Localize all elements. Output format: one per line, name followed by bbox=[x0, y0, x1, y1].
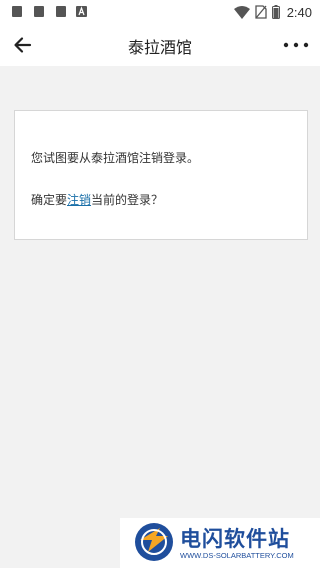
confirm-prefix: 确定要 bbox=[31, 193, 68, 207]
status-time: 2:40 bbox=[286, 4, 312, 20]
notification-icon bbox=[56, 6, 66, 17]
page-title: 泰拉酒馆 bbox=[127, 38, 192, 57]
watermark-logo-icon bbox=[134, 522, 174, 562]
app-bar: 泰拉酒馆 bbox=[0, 24, 320, 66]
battery-icon bbox=[271, 5, 280, 19]
watermark-name: 电闪软件站 bbox=[180, 527, 290, 551]
notification-icon bbox=[34, 6, 44, 17]
more-horizontal-icon bbox=[283, 42, 309, 48]
watermark-url: WWW.DS-SOLARBATTERY.COM bbox=[180, 551, 294, 560]
more-options-button[interactable] bbox=[280, 32, 312, 58]
logout-link[interactable]: 注销 bbox=[67, 193, 91, 207]
watermark: 电闪软件站 WWW.DS-SOLARBATTERY.COM bbox=[120, 518, 320, 568]
status-bar: 2:40 bbox=[0, 0, 320, 24]
logout-message: 您试图要从泰拉酒馆注销登录。 bbox=[31, 151, 200, 165]
logout-confirm-question: 确定要注销当前的登录？ bbox=[31, 191, 163, 208]
no-sim-icon bbox=[255, 5, 267, 19]
logout-dialog: 您试图要从泰拉酒馆注销登录。 确定要注销当前的登录？ bbox=[14, 110, 308, 240]
app-icon bbox=[76, 6, 87, 17]
wifi-icon bbox=[233, 5, 250, 19]
notification-icon bbox=[12, 6, 22, 17]
confirm-suffix: 当前的登录？ bbox=[91, 193, 164, 207]
